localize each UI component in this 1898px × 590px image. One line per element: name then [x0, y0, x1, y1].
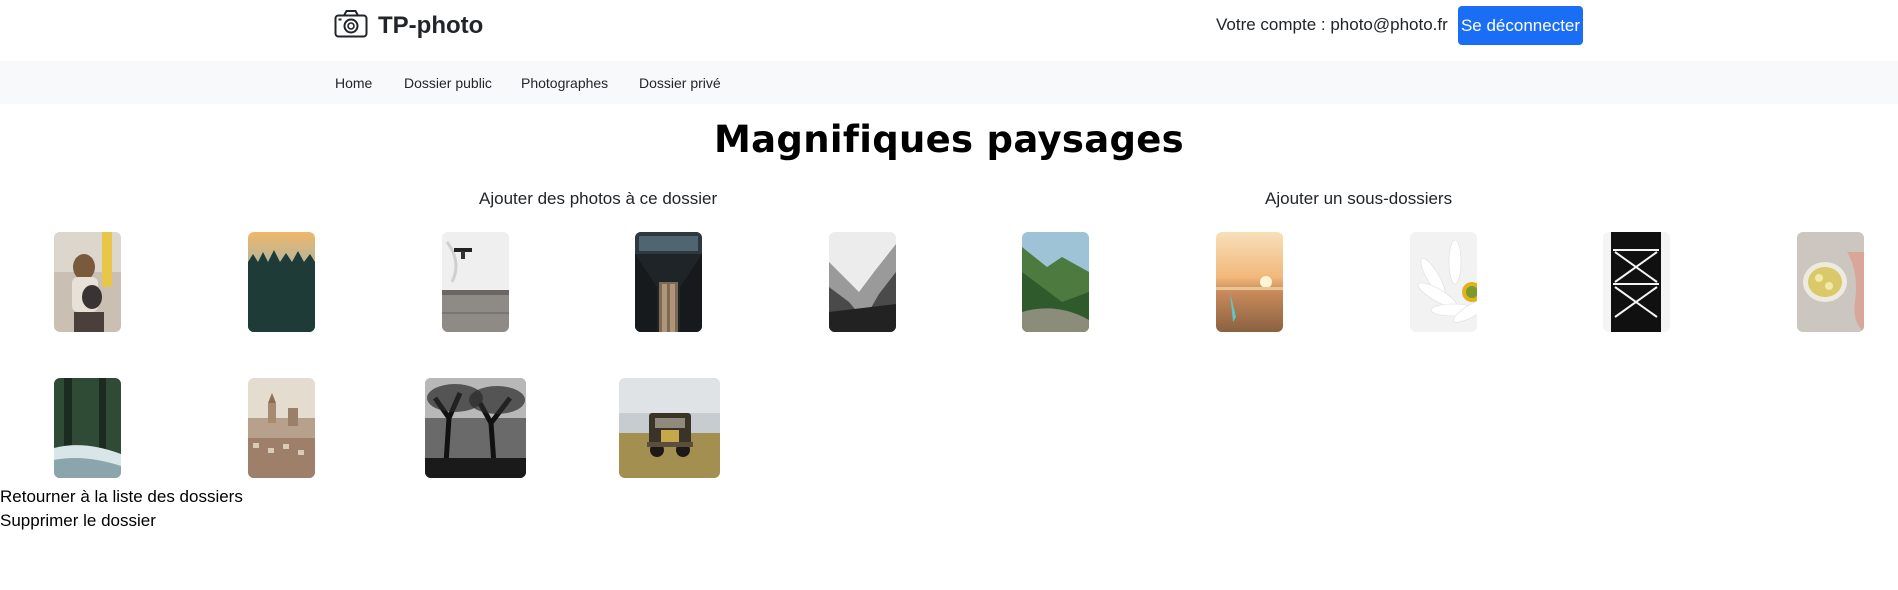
photo-thumbnail[interactable] — [1797, 232, 1864, 332]
photo-thumbnail[interactable] — [425, 378, 526, 478]
delete-folder-link[interactable]: Supprimer le dossier — [0, 511, 156, 531]
photo-thumbnail[interactable] — [635, 232, 702, 332]
nav-item-public-folder[interactable]: Dossier public — [404, 75, 492, 91]
brand-name: TP-photo — [378, 12, 484, 39]
photo-thumbnail[interactable] — [829, 232, 896, 332]
back-to-folders-link[interactable]: Retourner à la liste des dossiers — [0, 487, 243, 507]
nav-item-private-folder[interactable]: Dossier privé — [639, 75, 721, 91]
nav-bar: Home Dossier public Photographes Dossier… — [0, 61, 1898, 104]
photo-thumbnail[interactable] — [442, 232, 509, 332]
camera-icon — [334, 9, 368, 43]
account-text: Votre compte : photo@photo.fr — [1216, 15, 1448, 34]
nav-item-home[interactable]: Home — [335, 75, 372, 91]
page-title: Magnifiques paysages — [714, 118, 1184, 161]
photo-thumbnail[interactable] — [1603, 232, 1670, 332]
add-photos-link[interactable]: Ajouter des photos à ce dossier — [479, 189, 717, 209]
photo-thumbnail[interactable] — [1216, 232, 1283, 332]
photo-thumbnail[interactable] — [54, 378, 121, 478]
add-subfolder-link[interactable]: Ajouter un sous-dossiers — [1265, 189, 1452, 209]
top-header: TP-photo Votre compte : photo@photo.fr S… — [0, 0, 1898, 60]
brand[interactable]: TP-photo — [334, 9, 483, 43]
logout-button[interactable]: Se déconnecter — [1458, 6, 1583, 45]
photo-thumbnail[interactable] — [1410, 232, 1477, 332]
photo-thumbnail[interactable] — [54, 232, 121, 332]
nav-item-photographers[interactable]: Photographes — [521, 75, 608, 91]
photo-thumbnail[interactable] — [248, 378, 315, 478]
photo-thumbnail[interactable] — [619, 378, 720, 478]
photo-thumbnail[interactable] — [248, 232, 315, 332]
photo-thumbnail[interactable] — [1022, 232, 1089, 332]
